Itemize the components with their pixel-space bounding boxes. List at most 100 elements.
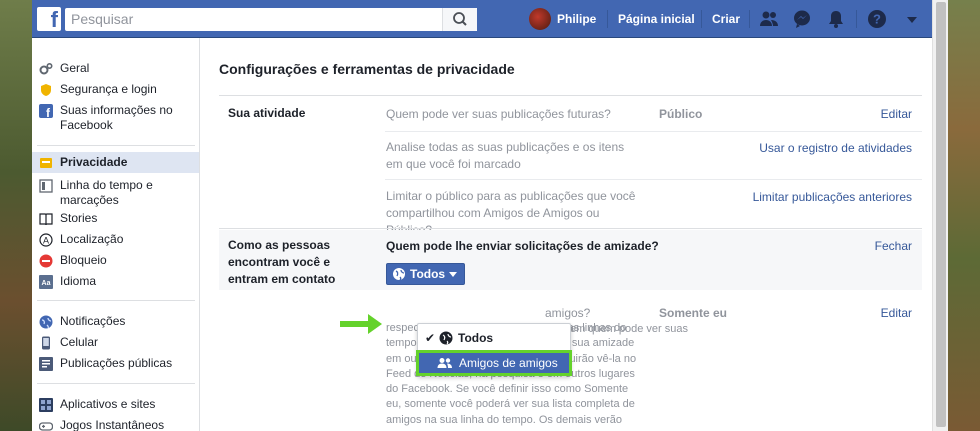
shield-icon [41, 84, 51, 96]
lock-icon [40, 158, 52, 168]
sidebar-item-label: Jogos Instantâneos [60, 418, 165, 431]
profile-name: Philipe [557, 12, 597, 26]
sidebar-item-label: Bloqueio [60, 253, 107, 267]
timeline-icon [39, 179, 53, 193]
sidebar-divider [37, 145, 195, 146]
setting-value: Público [659, 107, 703, 121]
home-link[interactable]: Página inicial [618, 12, 695, 26]
messenger-icon[interactable] [791, 9, 813, 29]
globe-icon [39, 315, 53, 329]
sidebar-item-label: Celular [60, 335, 99, 349]
limit-past-posts-link[interactable]: Limitar publicações anteriores [753, 190, 912, 204]
sidebar-item-your-information[interactable]: f Suas informações no Facebook [32, 103, 199, 133]
sidebar-item-label: Idioma [60, 274, 97, 288]
location-icon: A [39, 233, 53, 247]
sidebar-item-label: Localização [60, 232, 124, 246]
sidebar-item-public-posts[interactable]: Publicações públicas [32, 356, 199, 371]
setting-question: Analise todas as suas publicações e os i… [386, 140, 625, 171]
avatar [529, 8, 551, 30]
gamepad-icon [39, 422, 53, 431]
sidebar-item-notifications[interactable]: Notificações [32, 314, 199, 329]
sidebar-item-label: Stories [60, 211, 98, 225]
phone-icon [42, 336, 50, 350]
search-icon [453, 12, 467, 26]
section-title-how-people-find-you: Como as pessoas encontram você e entram … [228, 238, 336, 286]
sidebar-item-label: Segurança e login [60, 82, 157, 96]
svg-text:?: ? [873, 12, 881, 27]
facebook-logo-icon[interactable]: f [37, 7, 61, 32]
sidebar-item-stories[interactable]: Stories [32, 211, 199, 226]
sidebar-item-label: Privacidade [60, 155, 128, 169]
sidebar-item-label: Publicações públicas [60, 356, 173, 370]
setting-question-partial: amigos? [545, 306, 591, 320]
friend-request-question: Quem pode lhe enviar solicitações de ami… [386, 239, 659, 253]
sidebar-item-label: Notificações [60, 314, 126, 328]
sidebar-item-label: Suas informações no Facebook [60, 103, 173, 132]
sidebar-item-mobile[interactable]: Celular [32, 335, 199, 350]
search-button[interactable] [442, 8, 477, 31]
nav-divider [701, 10, 702, 28]
vertical-scrollbar[interactable] [932, 0, 948, 431]
globe-icon [439, 331, 453, 345]
help-question-icon[interactable]: ? [866, 9, 888, 29]
sidebar-item-geral[interactable]: Geral [32, 61, 199, 76]
section-divider [219, 228, 922, 229]
sidebar-item-label: Linha do tempo e marcações [60, 178, 153, 207]
sidebar-item-security[interactable]: Segurança e login [32, 82, 199, 97]
nav-divider [749, 10, 750, 28]
setting-question: Quem pode ver suas publicações futuras? [386, 107, 611, 121]
svg-text:Aa: Aa [42, 280, 51, 287]
sidebar-item-blocking[interactable]: Bloqueio [32, 253, 199, 268]
desktop-background-left [0, 0, 32, 431]
audience-selector-button[interactable]: Todos [386, 263, 465, 285]
privacy-settings-content: Configurações e ferramentas de privacida… [200, 38, 932, 431]
checkmark-icon: ✔ [425, 331, 436, 345]
sidebar-item-instant-games[interactable]: Jogos Instantâneos [32, 418, 199, 431]
browser-page: f Pesquisar Philipe Página inicial Criar [32, 0, 932, 431]
activity-log-link[interactable]: Usar o registro de atividades [759, 141, 912, 155]
edit-link[interactable]: Editar [881, 306, 912, 320]
top-navigation-bar: f Pesquisar Philipe Página inicial Criar [32, 0, 932, 38]
page-title: Configurações e ferramentas de privacida… [219, 61, 515, 77]
gears-icon [39, 62, 53, 75]
dropdown-option-label: Todos [458, 331, 494, 345]
edit-link[interactable]: Editar [881, 107, 912, 121]
settings-sidebar: Geral Segurança e login f Suas informaçõ… [32, 38, 200, 431]
sidebar-item-label: Aplicativos e sites [60, 397, 156, 411]
svg-text:A: A [43, 236, 49, 246]
search-input[interactable]: Pesquisar [65, 8, 477, 31]
language-icon: Aa [39, 275, 53, 289]
row-divider [385, 179, 922, 180]
dropdown-option-friends-of-friends[interactable]: Amigos de amigos [416, 350, 572, 376]
green-pointer-arrow-icon [340, 314, 382, 334]
sidebar-item-apps[interactable]: Aplicativos e sites [32, 397, 199, 412]
dropdown-option-todos[interactable]: ✔ Todos [419, 328, 569, 348]
audience-dropdown-menu: ✔ Todos Amigos de amigos [416, 323, 572, 376]
sidebar-item-label: Geral [60, 61, 90, 75]
apps-icon [39, 398, 53, 412]
section-title-your-activity: Sua atividade [228, 106, 306, 120]
close-link[interactable]: Fechar [875, 239, 912, 253]
section-divider [219, 95, 922, 96]
sidebar-item-timeline[interactable]: Linha do tempo e marcações [32, 178, 199, 208]
facebook-icon: f [39, 104, 53, 118]
notifications-bell-icon[interactable] [825, 9, 847, 29]
setting-value: Somente eu [659, 306, 728, 320]
book-icon [39, 213, 53, 226]
create-link[interactable]: Criar [712, 12, 740, 26]
nav-divider [856, 10, 857, 28]
sidebar-item-location[interactable]: A Localização [32, 232, 199, 247]
block-icon [39, 254, 53, 268]
sidebar-item-language[interactable]: Aa Idioma [32, 274, 199, 289]
audience-selector-label: Todos [410, 267, 446, 281]
sidebar-item-privacy[interactable]: Privacidade [32, 152, 199, 173]
profile-link[interactable]: Philipe [529, 8, 596, 30]
dropdown-option-label: Amigos de amigos [459, 356, 558, 370]
row-divider [385, 131, 922, 132]
friends-icon [437, 358, 452, 368]
friend-requests-icon[interactable] [758, 9, 780, 29]
scrollbar-thumb[interactable] [936, 2, 946, 427]
chevron-down-icon[interactable] [901, 9, 923, 29]
globe-icon [393, 268, 405, 281]
rss-icon [39, 357, 53, 371]
